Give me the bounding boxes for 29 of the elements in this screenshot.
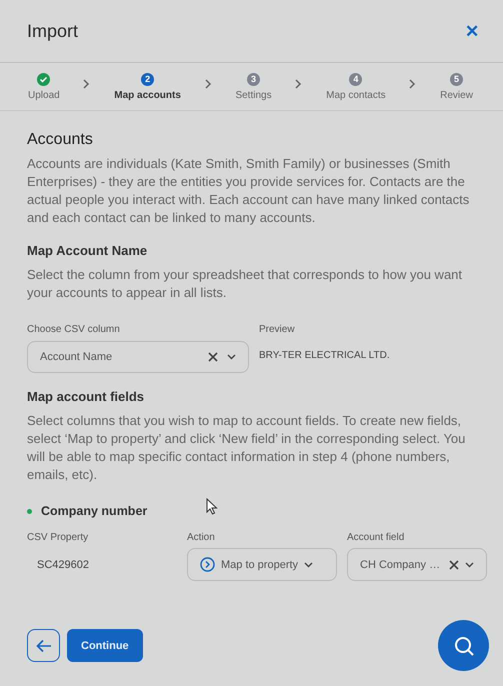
step-number: 4 (349, 72, 362, 86)
step-number: 2 (141, 72, 154, 86)
step-number: 5 (450, 72, 464, 86)
continue-button[interactable]: Continue (67, 629, 143, 662)
csv-column-select[interactable]: Account Name (27, 341, 249, 373)
field-label: Choose CSV column (27, 324, 121, 335)
section-title: Map account fields (27, 389, 146, 404)
step-number: 3 (247, 72, 260, 86)
close-button[interactable]: ✕ (465, 20, 479, 42)
field-label: Account field (347, 532, 406, 543)
dialog-title: Import (27, 20, 78, 42)
action-select[interactable]: Map to property (187, 548, 337, 581)
csv-value: SC429602 (36, 558, 90, 570)
description-text: Select columns that you wish to map to account fields. To create new fields, select ‘Map to property’ and click ‘New field’ in the corresponding select. You will be able to map specific contact information in step 4 (phone numbers, emails, etc). (27, 412, 466, 484)
mapping-title: Company number (41, 504, 148, 518)
intro-text: Accounts are individuals (Kate Smith, Smith Family) or businesses (Smith Enterprises) - they are the entities you provide services for. Contacts are the actual people you interact with. Each account can have many linked contacts and each contact can be linked to many accounts. (27, 155, 470, 227)
step-tab[interactable]: Upload (28, 90, 60, 100)
account-field-select[interactable]: CH Company … (347, 548, 487, 581)
section-heading: Accounts (27, 131, 94, 149)
step-tab[interactable]: Map contacts (326, 90, 386, 100)
field-label: CSV Property (27, 532, 90, 543)
field-label: Preview (259, 324, 296, 335)
description-text: Select the column from your spreadsheet that corresponds to how you want your accounts to appear in all lists. (27, 266, 464, 302)
step-tab[interactable]: Review (440, 90, 473, 100)
preview-value: BRY-TER ELECTRICAL LTD. (259, 349, 390, 361)
step-tab[interactable]: Settings (235, 90, 272, 100)
section-title: Map Account Name (27, 243, 148, 258)
field-label: Action (187, 532, 216, 543)
step-tab[interactable]: Map accounts (114, 90, 181, 100)
